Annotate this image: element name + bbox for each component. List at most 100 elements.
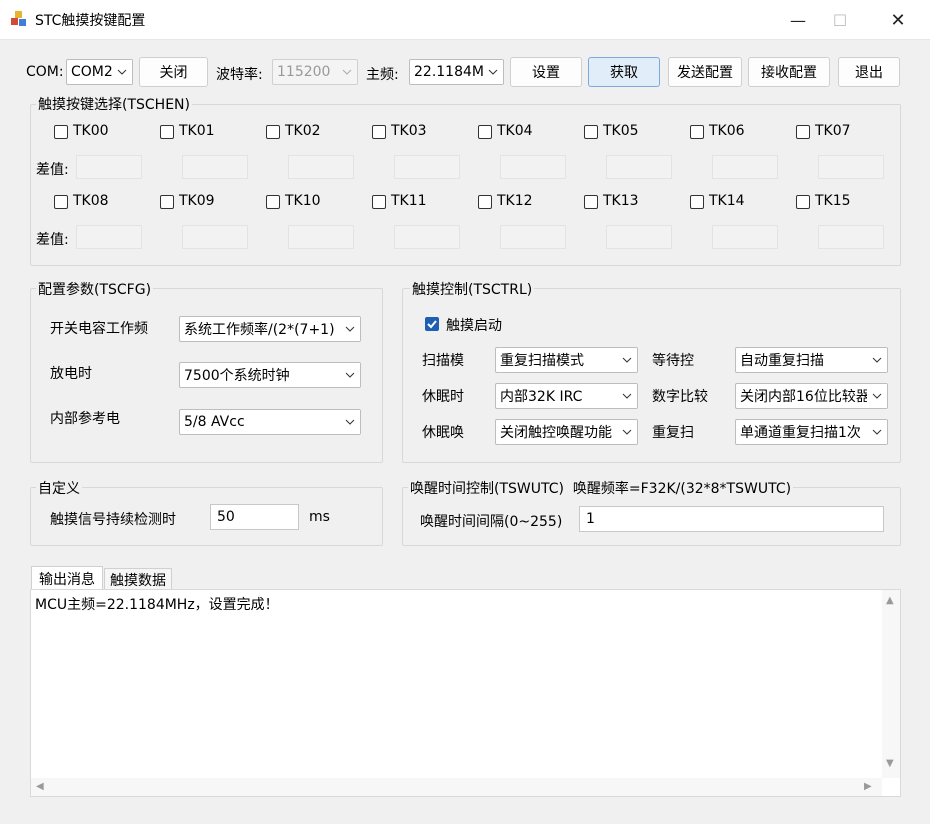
tk-diff-field-tk12 — [500, 225, 566, 249]
repeat-select[interactable]: 单通道重复扫描1次 — [735, 419, 888, 445]
chevron-down-icon — [867, 420, 887, 444]
sleep-clk-value: 内部32K IRC — [500, 389, 583, 405]
vref-select[interactable]: 5/8 AVcc — [179, 409, 361, 435]
tk-checkbox-tk00[interactable] — [54, 125, 68, 139]
tk-checkbox-tk14[interactable] — [690, 195, 704, 209]
maximize-button[interactable]: ☐ — [820, 6, 860, 34]
wake-interval-input[interactable]: 1 — [579, 506, 884, 532]
set-button[interactable]: 设置 — [510, 57, 582, 87]
tk-checkbox-tk02[interactable] — [266, 125, 280, 139]
tab-output-messages[interactable]: 输出消息 — [31, 566, 103, 590]
tk-diff-field-tk00 — [76, 155, 142, 179]
wake-value: 关闭触控唤醒功能 — [500, 425, 612, 441]
minimize-button[interactable]: — — [778, 6, 818, 34]
baud-value: 115200 — [277, 64, 331, 80]
tk-diff-field-tk01 — [182, 155, 248, 179]
tk-checkbox-tk07[interactable] — [796, 125, 810, 139]
detect-time-label: 触摸信号持续检测时 — [50, 512, 176, 528]
exit-button[interactable]: 退出 — [838, 57, 900, 87]
close-icon: ✕ — [890, 9, 906, 31]
tk-diff-field-tk14 — [712, 225, 778, 249]
scroll-down-icon[interactable]: ▼ — [886, 758, 894, 769]
freq-value: 22.1184MI — [414, 64, 483, 80]
baud-select[interactable]: 115200 — [272, 59, 358, 85]
tk-diff-field-tk09 — [182, 225, 248, 249]
switch-cap-label: 开关电容工作频 — [50, 321, 148, 337]
app-icon — [10, 10, 28, 28]
tk-label-tk08: TK08 — [73, 193, 109, 209]
tk-label-tk01: TK01 — [179, 123, 215, 139]
tk-checkbox-tk11[interactable] — [372, 195, 386, 209]
switch-cap-select[interactable]: 系统工作频率/(2*(7+1) — [179, 316, 361, 342]
detect-time-input[interactable]: 50 — [210, 504, 299, 530]
tk-checkbox-tk05[interactable] — [584, 125, 598, 139]
diff-label-2: 差值: — [36, 232, 69, 248]
tk-label-tk13: TK13 — [603, 193, 639, 209]
tk-checkbox-tk04[interactable] — [478, 125, 492, 139]
switch-cap-value: 系统工作频率/(2*(7+1) — [184, 322, 335, 338]
freq-select[interactable]: 22.1184MI — [409, 59, 504, 85]
sleep-clk-select[interactable]: 内部32K IRC — [495, 383, 638, 409]
tk-checkbox-tk09[interactable] — [160, 195, 174, 209]
tk-label-tk00: TK00 — [73, 123, 109, 139]
discharge-value: 7500个系统时钟 — [184, 368, 290, 384]
chevron-down-icon — [340, 410, 360, 434]
tk-diff-field-tk10 — [288, 225, 354, 249]
discharge-label: 放电时 — [50, 366, 92, 382]
vertical-scrollbar[interactable]: ▲ ▼ — [882, 590, 900, 778]
wake-select[interactable]: 关闭触控唤醒功能 — [495, 419, 638, 445]
chevron-down-icon — [867, 348, 887, 372]
tk-checkbox-tk13[interactable] — [584, 195, 598, 209]
send-config-button[interactable]: 发送配置 — [668, 57, 742, 87]
tk-label-tk09: TK09 — [179, 193, 215, 209]
tk-label-tk05: TK05 — [603, 123, 639, 139]
tk-checkbox-tk03[interactable] — [372, 125, 386, 139]
chevron-down-icon — [617, 348, 637, 372]
tk-checkbox-tk15[interactable] — [796, 195, 810, 209]
close-port-button[interactable]: 关闭 — [139, 57, 208, 87]
compare-value: 关闭内部16位比较器 — [740, 389, 867, 405]
compare-label: 数字比较 — [652, 389, 708, 405]
com-label: COM: — [26, 64, 64, 80]
output-text: MCU主频=22.1184MHz，设置完成！ — [35, 597, 279, 613]
tk-label-tk04: TK04 — [497, 123, 533, 139]
com-select[interactable]: COM2 — [66, 59, 133, 85]
wait-select[interactable]: 自动重复扫描 — [735, 347, 888, 373]
tk-diff-field-tk05 — [606, 155, 672, 179]
close-window-button[interactable]: ✕ — [878, 6, 918, 34]
wait-label: 等待控 — [652, 353, 694, 369]
tschen-title: 触摸按键选择(TSCHEN) — [36, 94, 192, 114]
tab-touch-data[interactable]: 触摸数据 — [104, 568, 172, 590]
scroll-up-icon[interactable]: ▲ — [886, 595, 894, 606]
tk-checkbox-tk08[interactable] — [54, 195, 68, 209]
discharge-select[interactable]: 7500个系统时钟 — [179, 362, 361, 388]
tk-label-tk02: TK02 — [285, 123, 321, 139]
receive-config-button[interactable]: 接收配置 — [748, 57, 830, 87]
tscfg-title: 配置参数(TSCFG) — [36, 279, 154, 299]
tk-checkbox-tk06[interactable] — [690, 125, 704, 139]
scroll-left-icon[interactable]: ◀ — [36, 781, 44, 792]
horizontal-scrollbar[interactable]: ◀ ▶ — [31, 778, 882, 796]
compare-select[interactable]: 关闭内部16位比较器 — [735, 383, 888, 409]
diff-label-1: 差值: — [36, 162, 69, 178]
chevron-down-icon — [340, 317, 360, 341]
tk-diff-field-tk03 — [394, 155, 460, 179]
tk-checkbox-tk01[interactable] — [160, 125, 174, 139]
chevron-down-icon — [617, 384, 637, 408]
tswutc-formula: 唤醒频率=F32K/(32*8*TSWUTC) — [572, 481, 792, 497]
chevron-down-icon — [340, 363, 360, 387]
tk-checkbox-tk10[interactable] — [266, 195, 280, 209]
tk-diff-field-tk04 — [500, 155, 566, 179]
scan-mode-select[interactable]: 重复扫描模式 — [495, 347, 638, 373]
scroll-right-icon[interactable]: ▶ — [864, 781, 872, 792]
detect-time-unit: ms — [309, 509, 330, 525]
touch-enable-checkbox[interactable] — [425, 317, 439, 331]
vref-value: 5/8 AVcc — [184, 414, 245, 430]
vref-label: 内部参考电 — [50, 411, 120, 427]
tk-label-tk03: TK03 — [391, 123, 427, 139]
maximize-icon: ☐ — [832, 10, 848, 30]
get-button[interactable]: 获取 — [588, 57, 660, 87]
touch-enable-label: 触摸启动 — [446, 318, 502, 334]
sleep-clk-label: 休眠时 — [422, 389, 464, 405]
tk-checkbox-tk12[interactable] — [478, 195, 492, 209]
